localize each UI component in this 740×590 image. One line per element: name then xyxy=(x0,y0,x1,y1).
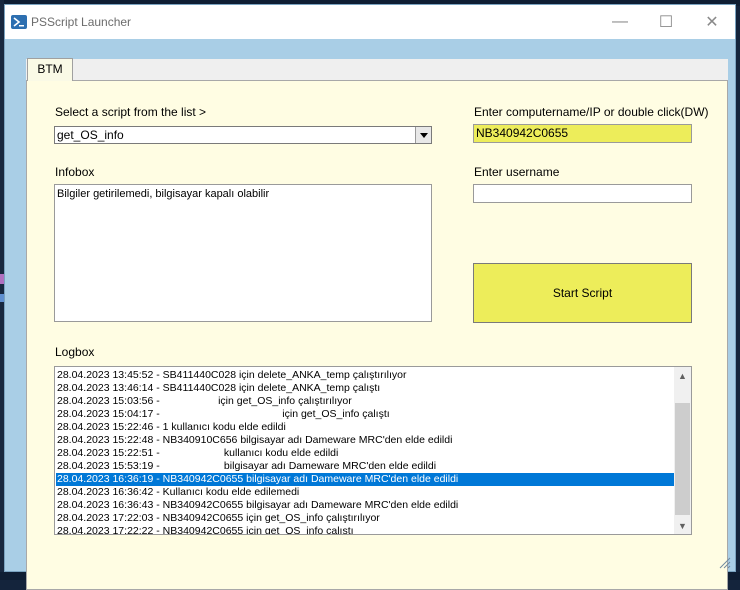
start-script-button[interactable]: Start Script xyxy=(473,263,692,323)
log-row[interactable]: 28.04.2023 15:03:56 - için get_OS_info ç… xyxy=(56,395,674,408)
title-bar[interactable]: PSScript Launcher — ☐ ✕ xyxy=(5,5,735,39)
username-label: Enter username xyxy=(474,165,560,179)
scroll-up-icon[interactable]: ▲ xyxy=(674,367,691,384)
script-select-dropdown[interactable]: get_OS_info xyxy=(54,126,432,144)
script-select-value: get_OS_info xyxy=(57,128,124,142)
log-row[interactable]: 28.04.2023 15:22:48 - NB340910C656 bilgi… xyxy=(56,434,674,447)
log-row[interactable]: 28.04.2023 16:36:42 - Kullanıcı kodu eld… xyxy=(56,486,674,499)
username-input[interactable] xyxy=(473,184,692,203)
tab-strip xyxy=(26,59,728,81)
log-row[interactable]: 28.04.2023 16:36:43 - NB340942C0655 bilg… xyxy=(56,499,674,512)
log-row[interactable]: 28.04.2023 13:46:14 - SB411440C028 için … xyxy=(56,382,674,395)
log-row[interactable]: 28.04.2023 15:53:19 - bilgisayar adı Dam… xyxy=(56,460,674,473)
log-row[interactable]: 28.04.2023 17:22:22 - NB340942C0655 için… xyxy=(56,525,674,534)
scroll-thumb[interactable] xyxy=(675,403,690,515)
maximize-button[interactable]: ☐ xyxy=(643,5,689,39)
logbox-label: Logbox xyxy=(55,345,95,359)
minimize-button[interactable]: — xyxy=(597,5,643,39)
log-row[interactable]: 28.04.2023 15:22:51 - kullanıcı kodu eld… xyxy=(56,447,674,460)
computer-name-input[interactable]: NB340942C0655 xyxy=(473,124,692,143)
log-row[interactable]: 28.04.2023 17:22:03 - NB340942C0655 için… xyxy=(56,512,674,525)
powershell-icon xyxy=(11,15,27,29)
scroll-down-icon[interactable]: ▼ xyxy=(674,517,691,534)
log-row[interactable]: 28.04.2023 15:04:17 - için get_OS_info ç… xyxy=(56,408,674,421)
app-window: PSScript Launcher — ☐ ✕ BTM Select a scr… xyxy=(4,4,736,590)
logbox-list[interactable]: 28.04.2023 13:45:52 - SB411440C028 için … xyxy=(54,366,692,535)
resize-grip-icon[interactable] xyxy=(717,555,731,569)
log-row[interactable]: 28.04.2023 13:45:52 - SB411440C028 için … xyxy=(56,369,674,382)
script-select-label: Select a script from the list > xyxy=(55,105,207,119)
logbox-scrollbar[interactable]: ▲ ▼ xyxy=(674,367,691,534)
log-row[interactable]: 28.04.2023 16:36:19 - NB340942C0655 bilg… xyxy=(56,473,674,486)
infobox-label: Infobox xyxy=(55,165,95,179)
chevron-down-icon[interactable] xyxy=(415,127,431,143)
infobox-text[interactable]: Bilgiler getirilemedi, bilgisayar kapalı… xyxy=(54,184,432,322)
log-rows: 28.04.2023 13:45:52 - SB411440C028 için … xyxy=(56,369,674,534)
close-button[interactable]: ✕ xyxy=(689,5,735,39)
window-title: PSScript Launcher xyxy=(31,15,132,29)
tab-btm[interactable]: BTM xyxy=(27,58,73,81)
infobox-content: Bilgiler getirilemedi, bilgisayar kapalı… xyxy=(57,188,270,200)
log-row[interactable]: 28.04.2023 15:22:46 - 1 kullanıcı kodu e… xyxy=(56,421,674,434)
computer-label: Enter computername/IP or double click(DW… xyxy=(474,105,709,119)
